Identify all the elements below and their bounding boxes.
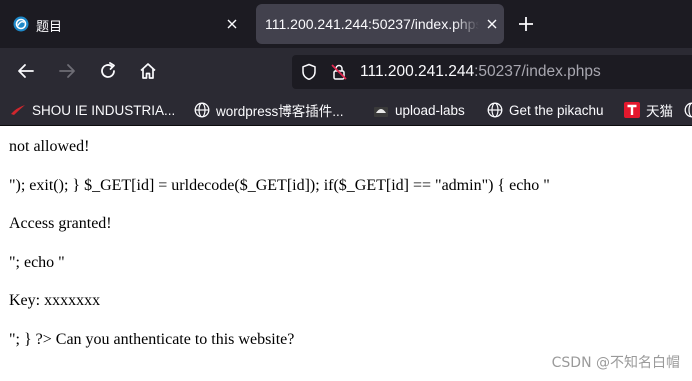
bookmark-shou-ie[interactable]: SHOU IE INDUSTRIA... [10,100,175,120]
navigation-toolbar: 111.200.241.244:50237/index.phps [0,48,692,94]
globe-icon [194,102,210,118]
close-tab-icon[interactable] [222,14,242,34]
bookmark-tmall[interactable]: 天猫 [624,100,673,120]
site-favicon-icon [13,16,29,32]
reload-icon[interactable] [98,61,118,81]
text-line: "); exit(); } $_GET[id] = urldecode($_GE… [9,177,550,194]
url-path: :50237/index.phps [474,63,601,80]
bookmark-label: upload-labs [395,102,465,118]
new-tab-plus-icon[interactable] [516,14,536,34]
red-swoosh-icon [11,105,25,115]
tab-strip: 题目 111.200.241.244:50237/index.phps [0,0,692,48]
text-line: Key: xxxxxxx [9,292,101,309]
bookmark-pikachu[interactable]: Get the pikachu [487,100,604,120]
text-line: "; } ?> Can you anthenticate to this web… [9,331,295,348]
bookmark-wordpress[interactable]: wordpress博客插件... [194,100,344,120]
tracking-protection-shield-icon[interactable] [300,63,318,81]
text-line: Access granted! [9,215,112,232]
csdn-watermark: CSDN @不知名白帽 [551,355,680,371]
tmall-icon [624,102,640,118]
url-host: 111.200.241.244 [360,63,475,80]
forward-arrow-icon[interactable] [57,61,77,81]
tab-title: 111.200.241.244:50237/index.phps [265,16,479,32]
insecure-lock-icon[interactable] [330,63,348,81]
url-text[interactable]: 111.200.241.244:50237/index.phps [360,63,601,81]
address-bar[interactable]: 111.200.241.244:50237/index.phps [292,55,692,89]
globe-icon [487,102,503,118]
bookmark-label: SHOU IE INDUSTRIA... [32,102,176,118]
bookmarks-toolbar: SHOU IE INDUSTRIA... wordpress博客插件... up… [0,94,692,126]
bookmark-upload-labs[interactable]: upload-labs [373,100,465,120]
page-content: not allowed! "); exit(); } $_GET[id] = u… [0,127,692,381]
bookmark-label: 天猫 [646,104,673,119]
globe-icon [684,102,692,118]
tab-problem[interactable]: 题目 [0,4,252,44]
tab-title: 题目 [36,20,63,35]
text-line: "; echo " [9,254,65,271]
upload-labs-icon [374,107,388,117]
close-tab-icon[interactable] [482,14,502,34]
bookmark-label: wordpress博客插件... [216,104,344,119]
back-arrow-icon[interactable] [16,61,36,81]
tab-index-phps[interactable]: 111.200.241.244:50237/index.phps [256,4,504,44]
bookmark-label: Get the pikachu [509,102,604,118]
bookmark-overflow[interactable] [684,100,692,120]
home-icon[interactable] [138,61,158,81]
text-line: not allowed! [9,138,90,155]
